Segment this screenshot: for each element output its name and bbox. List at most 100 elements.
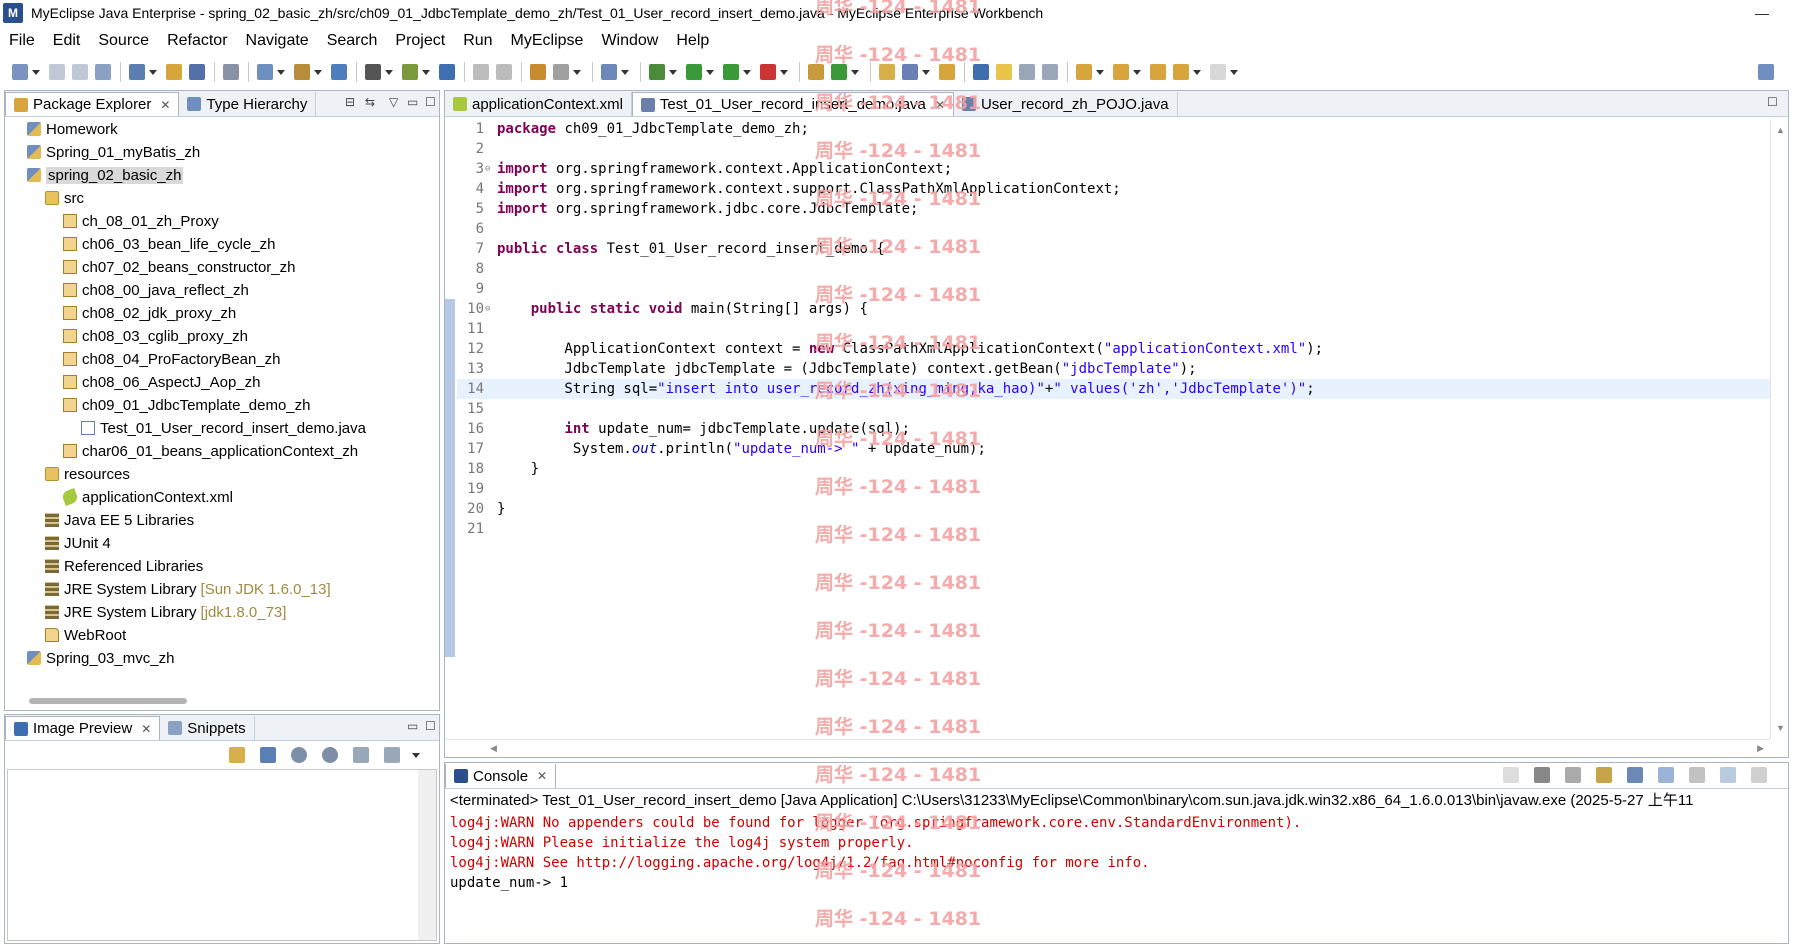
maximize-view-icon[interactable]: ☐: [1767, 95, 1778, 109]
pin-console-icon[interactable]: [1689, 767, 1705, 783]
new-server-icon[interactable]: [530, 64, 546, 80]
tree-item[interactable]: ch08_03_cglib_proxy_zh: [63, 326, 248, 346]
terminate-icon[interactable]: [1503, 767, 1519, 783]
dropdown-icon[interactable]: [32, 69, 40, 75]
new-java-class-icon[interactable]: [257, 64, 273, 80]
dropdown-icon[interactable]: [149, 69, 157, 75]
dropdown-icon[interactable]: [1096, 69, 1104, 75]
tree-item[interactable]: JUnit 4: [45, 533, 111, 553]
dropdown-icon[interactable]: [706, 69, 714, 75]
perspective-icon[interactable]: [1758, 64, 1774, 80]
block-selection-icon[interactable]: [1019, 64, 1035, 80]
horizontal-scrollbar[interactable]: [29, 698, 187, 704]
dropdown-icon[interactable]: [743, 69, 751, 75]
external-tools-icon[interactable]: [760, 64, 776, 80]
remove-all-launches-icon[interactable]: [1565, 767, 1581, 783]
link-with-editor-icon[interactable]: ⇆: [365, 95, 375, 109]
dropdown-icon[interactable]: [314, 69, 322, 75]
print-icon[interactable]: [95, 64, 111, 80]
tree-item[interactable]: Test_01_User_record_insert_demo.java: [81, 418, 366, 438]
tree-item[interactable]: Spring_01_myBatis_zh: [27, 142, 200, 162]
new-icon[interactable]: [12, 64, 28, 80]
code-line[interactable]: 14 String sql="insert into user_record_z…: [457, 379, 1770, 399]
dropdown-icon[interactable]: [573, 69, 581, 75]
actual-size-icon[interactable]: [353, 747, 369, 763]
maximize-view-icon[interactable]: ☐: [425, 95, 436, 109]
open-type-icon[interactable]: [223, 64, 239, 80]
fold-icon[interactable]: ⊖: [485, 159, 490, 179]
minimize-view-icon[interactable]: ▭: [407, 719, 418, 733]
dropdown-icon[interactable]: [1133, 69, 1141, 75]
back-history-icon[interactable]: [473, 64, 489, 80]
close-icon[interactable]: ✕: [935, 98, 945, 112]
refresh-icon[interactable]: [831, 64, 847, 80]
last-edit-icon[interactable]: [1150, 64, 1166, 80]
tree-item[interactable]: ch08_06_AspectJ_Aop_zh: [63, 372, 260, 392]
tree-item[interactable]: ch_08_01_zh_Proxy: [63, 211, 219, 231]
back-icon[interactable]: [1173, 64, 1189, 80]
zoom-out-icon[interactable]: [291, 747, 307, 763]
tree-item[interactable]: Referenced Libraries: [45, 556, 203, 576]
close-icon[interactable]: ✕: [141, 722, 151, 736]
editor-horizontal-scrollbar[interactable]: ◀ ▶: [445, 739, 1770, 757]
tree-item[interactable]: ch09_01_JdbcTemplate_demo_zh: [63, 395, 311, 415]
tree-item[interactable]: resources: [45, 464, 130, 484]
dropdown-icon[interactable]: [1193, 69, 1201, 75]
menu-refactor[interactable]: Refactor: [158, 32, 236, 50]
tab-type-hierarchy[interactable]: Type Hierarchy: [179, 92, 317, 116]
menu-run[interactable]: Run: [454, 32, 501, 50]
maximize-view-icon[interactable]: ☐: [425, 719, 436, 733]
tree-item[interactable]: JRE System Library [jdk1.8.0_73]: [45, 602, 286, 622]
forward-icon[interactable]: [1210, 64, 1226, 80]
scroll-up-icon[interactable]: ▲: [1776, 125, 1785, 135]
deploy-icon[interactable]: [166, 64, 182, 80]
tree-item[interactable]: src: [45, 188, 84, 208]
save-icon[interactable]: [49, 64, 65, 80]
folder-open-icon[interactable]: [879, 64, 895, 80]
view-menu-icon[interactable]: ▽: [389, 95, 398, 109]
scroll-left-icon[interactable]: ◀: [490, 743, 497, 754]
tab-package-explorer[interactable]: Package Explorer ✕: [5, 92, 180, 116]
code-line[interactable]: 7 public class Test_01_User_record_insert…: [457, 239, 1770, 259]
code-line[interactable]: 11: [457, 319, 1770, 339]
dropdown-icon[interactable]: [851, 69, 859, 75]
tree-item[interactable]: JRE System Library [Sun JDK 1.6.0_13]: [45, 579, 331, 599]
close-icon[interactable]: ✕: [537, 769, 547, 783]
dropdown-icon[interactable]: [621, 69, 629, 75]
tree-item[interactable]: char06_01_beans_applicationContext_zh: [63, 441, 358, 461]
dropdown-icon[interactable]: [422, 69, 430, 75]
tab-snippets[interactable]: Snippets: [160, 716, 255, 740]
tree-item[interactable]: ch06_03_bean_life_cycle_zh: [63, 234, 275, 254]
coverage-icon[interactable]: [402, 64, 418, 80]
zoom-in-icon[interactable]: [322, 747, 338, 763]
minimize-view-icon[interactable]: ▭: [407, 95, 418, 109]
dropdown-icon[interactable]: [669, 69, 677, 75]
close-icon[interactable]: ✕: [160, 98, 170, 112]
remove-launch-icon[interactable]: [1534, 767, 1550, 783]
new-web-project-icon[interactable]: [129, 64, 145, 80]
open-perspective-icon[interactable]: [808, 64, 824, 80]
run-icon[interactable]: [686, 64, 702, 80]
tree-item[interactable]: Homework: [27, 119, 118, 139]
dropdown-icon[interactable]: [780, 69, 788, 75]
browser-icon[interactable]: [331, 64, 347, 80]
code-line[interactable]: 5 import org.springframework.jdbc.core.Jd…: [457, 199, 1770, 219]
tree-item[interactable]: applicationContext.xml: [61, 487, 233, 507]
menu-file[interactable]: File: [0, 32, 44, 50]
code-line[interactable]: 4 import org.springframework.context.supp…: [457, 179, 1770, 199]
collapse-all-icon[interactable]: ⊟: [345, 95, 355, 109]
fold-icon[interactable]: ⊖: [485, 299, 490, 319]
code-line[interactable]: 9: [457, 279, 1770, 299]
tab-console[interactable]: Console ✕: [445, 764, 557, 788]
code-line[interactable]: 13 JdbcTemplate jdbcTemplate = (JdbcTemp…: [457, 359, 1770, 379]
forward-history-icon[interactable]: [496, 64, 512, 80]
debug-icon[interactable]: [649, 64, 665, 80]
code-line[interactable]: 6: [457, 219, 1770, 239]
code-line[interactable]: 21: [457, 519, 1770, 539]
clear-console-icon[interactable]: [1596, 767, 1612, 783]
code-line[interactable]: 1 package ch09_01_JdbcTemplate_demo_zh;: [457, 119, 1770, 139]
scroll-down-icon[interactable]: ▼: [1776, 723, 1785, 733]
save-all-icon[interactable]: [72, 64, 88, 80]
tab-user-record-zh-pojo-java[interactable]: User_record_zh_POJO.java: [954, 92, 1178, 116]
open-console-icon[interactable]: [1751, 767, 1767, 783]
